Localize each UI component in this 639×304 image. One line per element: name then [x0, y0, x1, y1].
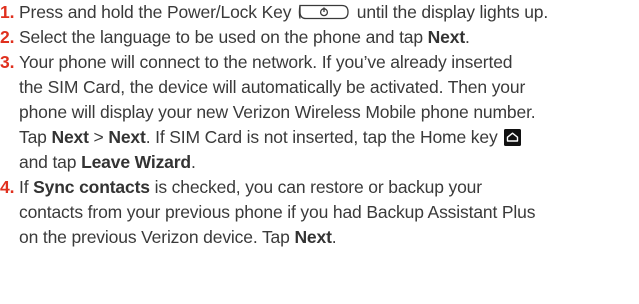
step-line: Select the language to be used on the ph…	[19, 25, 639, 50]
step-text: .	[331, 227, 337, 247]
step-line: and tap Leave Wizard.	[19, 150, 639, 175]
step-line: Tap Next > Next. If SIM Card is not inse…	[19, 125, 639, 150]
step-number: 1.	[0, 2, 15, 22]
step-text: . If SIM Card is not inserted, tap the H…	[145, 127, 498, 147]
step-body: If Sync contacts is checked, you can res…	[19, 175, 639, 250]
step-text: and tap	[19, 152, 77, 172]
instruction-list: 1. Press and hold the Power/Lock Key unt…	[0, 0, 639, 304]
step-text: until the display lights up.	[356, 2, 549, 22]
step-line: contacts from your previous phone if you…	[19, 202, 536, 222]
step-line: Press and hold the Power/Lock Key until …	[19, 0, 639, 25]
step-text: is checked, you can restore or backup yo…	[154, 177, 483, 197]
step-number: 3.	[0, 52, 15, 72]
step-line: phone will display your new Verizon Wire…	[19, 102, 536, 122]
step-text: If	[19, 177, 29, 197]
step-line: Your phone will connect to the network. …	[19, 52, 513, 72]
step-number: 2.	[0, 27, 15, 47]
power-key-icon	[298, 4, 350, 20]
step-body: Press and hold the Power/Lock Key until …	[19, 0, 639, 25]
step-body: Select the language to be used on the ph…	[19, 25, 639, 50]
step-line: If Sync contacts is checked, you can res…	[19, 175, 639, 200]
step-text: .	[465, 27, 470, 47]
next-label: Next	[294, 227, 332, 247]
step-text: Select the language to be used on the ph…	[19, 27, 423, 47]
step-line: the SIM Card, the device will automatica…	[19, 77, 526, 97]
step-line: on the previous Verizon device. Tap Next…	[19, 225, 639, 250]
leave-wizard-label: Leave Wizard	[81, 152, 191, 172]
next-label: Next	[51, 127, 89, 147]
step-text: .	[190, 152, 196, 172]
next-label: Next	[108, 127, 146, 147]
separator-text: >	[93, 127, 104, 147]
step-text: on the previous Verizon device. Tap	[19, 227, 290, 247]
next-label: Next	[427, 27, 466, 47]
step-number: 4.	[0, 177, 15, 197]
step-body: Your phone will connect to the network. …	[19, 50, 639, 175]
step-text: Press and hold the Power/Lock Key	[19, 2, 292, 22]
step-text: Tap	[19, 127, 47, 147]
home-key-icon	[504, 129, 522, 146]
sync-contacts-label: Sync contacts	[33, 177, 150, 197]
